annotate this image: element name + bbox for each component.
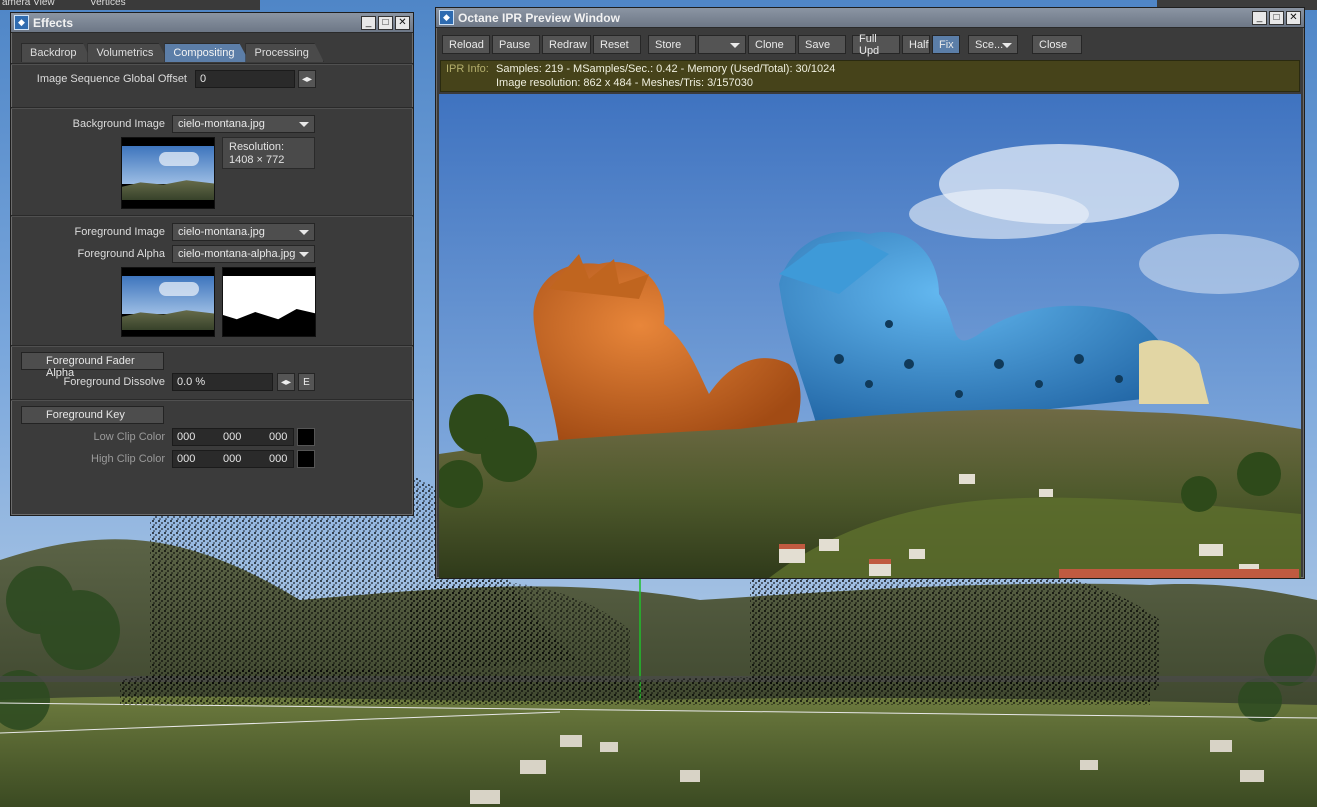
reset-button[interactable]: Reset — [593, 35, 641, 54]
ipr-info-resolution: Image resolution: 862 x 484 - Meshes/Tri… — [496, 77, 754, 89]
fix-button[interactable]: Fix — [932, 35, 960, 54]
effects-title: Effects — [33, 15, 74, 30]
tab-volumetrics[interactable]: Volumetrics — [87, 43, 169, 62]
maximize-icon[interactable]: □ — [378, 15, 393, 30]
effects-window: ◆ Effects _ □ ✕ Backdrop Volumetrics Com… — [10, 12, 414, 516]
half-button[interactable]: Half — [902, 35, 930, 54]
low-clip-color-label: Low Clip Color — [93, 431, 165, 443]
low-clip-red[interactable]: 000 — [177, 431, 195, 443]
background-image-dropdown[interactable]: cielo-montana.jpg — [172, 115, 315, 133]
foreground-alpha-thumbnail — [222, 267, 316, 337]
close-button[interactable]: Close — [1032, 35, 1082, 54]
low-clip-color-swatch[interactable] — [297, 428, 315, 446]
high-clip-color-swatch[interactable] — [297, 450, 315, 468]
high-clip-green[interactable]: 000 — [223, 453, 241, 465]
foreground-dissolve-label: Foreground Dissolve — [63, 376, 166, 388]
global-offset-label: Image Sequence Global Offset — [36, 73, 187, 85]
octane-ipr-window: ◆ Octane IPR Preview Window _ □ ✕ Reload… — [435, 7, 1305, 579]
ipr-info-stats: Samples: 219 - MSamples/Sec.: 0.42 - Mem… — [496, 63, 836, 75]
chevron-down-icon — [730, 43, 740, 48]
dissolve-stepper-icon[interactable]: ◂▸ — [277, 373, 295, 391]
minimize-icon[interactable]: _ — [361, 15, 376, 30]
tab-compositing[interactable]: Compositing — [164, 43, 250, 62]
foreground-image-thumbnail — [121, 267, 215, 337]
background-image-section: Background Image cielo-montana.jpg Resol… — [11, 107, 413, 215]
high-clip-color-label: High Clip Color — [91, 453, 165, 465]
high-clip-red[interactable]: 000 — [177, 453, 195, 465]
minimize-icon[interactable]: _ — [1252, 10, 1267, 25]
resolution-label: Resolution: — [229, 141, 285, 153]
ipr-titlebar[interactable]: ◆ Octane IPR Preview Window _ □ ✕ — [436, 8, 1304, 28]
global-offset-section: Image Sequence Global Offset 0 ◂▸ — [11, 63, 413, 107]
background-image-value: cielo-montana.jpg — [178, 118, 265, 130]
foreground-dissolve-input[interactable]: 0.0 % — [172, 373, 273, 391]
save-button[interactable]: Save — [798, 35, 846, 54]
foreground-fader-alpha-toggle[interactable]: Foreground Fader Alpha — [21, 352, 164, 379]
chevron-down-icon — [1002, 43, 1012, 48]
store-button[interactable]: Store — [648, 35, 696, 54]
high-clip-blue[interactable]: 000 — [269, 453, 287, 465]
envelope-button[interactable]: E — [298, 373, 315, 391]
effects-titlebar[interactable]: ◆ Effects _ □ ✕ — [11, 13, 413, 33]
view-type-dropdown[interactable]: amera View — [2, 0, 55, 8]
fader-section: Foreground Fader Alpha Foreground Dissol… — [11, 345, 413, 399]
scene-dropdown[interactable]: Sce... — [968, 35, 1018, 54]
foreground-key-section: Foreground Key Low Clip Color 000 000 00… — [11, 399, 413, 473]
viewport-toolbar: amera View Vertices — [0, 0, 260, 10]
render-mode-dropdown[interactable]: Vertices — [90, 0, 126, 8]
resolution-value: 1408 × 772 — [229, 154, 285, 166]
ipr-info-label: IPR Info: — [446, 63, 489, 75]
foreground-alpha-value: cielo-montana-alpha.jpg — [178, 248, 296, 260]
close-icon[interactable]: ✕ — [1286, 10, 1301, 25]
offset-stepper-icon[interactable]: ◂▸ — [298, 70, 316, 88]
ipr-title: Octane IPR Preview Window — [458, 10, 620, 25]
resolution-info: Resolution: 1408 × 772 — [222, 137, 315, 169]
effects-tabs: Backdrop Volumetrics Compositing Process… — [11, 33, 413, 63]
clone-button[interactable]: Clone — [748, 35, 796, 54]
close-icon[interactable]: ✕ — [395, 15, 410, 30]
low-clip-blue[interactable]: 000 — [269, 431, 287, 443]
foreground-image-label: Foreground Image — [74, 226, 166, 238]
chevron-down-icon — [299, 252, 309, 257]
high-clip-color-field[interactable]: 000 000 000 — [172, 450, 294, 468]
chevron-down-icon — [299, 230, 309, 235]
reload-button[interactable]: Reload — [442, 35, 490, 54]
tab-processing[interactable]: Processing — [245, 43, 324, 62]
rendered-dragons-image — [439, 94, 1301, 578]
redraw-button[interactable]: Redraw — [542, 35, 591, 54]
foreground-alpha-dropdown[interactable]: cielo-montana-alpha.jpg — [172, 245, 315, 263]
foreground-key-toggle[interactable]: Foreground Key — [21, 406, 164, 424]
background-image-thumbnail — [121, 137, 215, 209]
low-clip-color-field[interactable]: 000 000 000 — [172, 428, 294, 446]
full-update-button[interactable]: Full Upd — [852, 33, 900, 57]
octane-app-icon: ◆ — [439, 10, 454, 25]
pause-button[interactable]: Pause — [492, 35, 540, 54]
low-clip-green[interactable]: 000 — [223, 431, 241, 443]
foreground-image-value: cielo-montana.jpg — [178, 226, 265, 238]
scene-dropdown-label: Sce... — [975, 38, 1004, 51]
background-image-label: Background Image — [72, 118, 165, 130]
global-offset-input[interactable]: 0 — [195, 70, 295, 88]
foreground-alpha-label: Foreground Alpha — [77, 248, 165, 260]
tab-backdrop[interactable]: Backdrop — [21, 43, 92, 62]
foreground-image-dropdown[interactable]: cielo-montana.jpg — [172, 223, 315, 241]
foreground-image-section: Foreground Image cielo-montana.jpg Foreg… — [11, 215, 413, 345]
ipr-render-view[interactable] — [439, 94, 1301, 578]
maximize-icon[interactable]: □ — [1269, 10, 1284, 25]
lightwave-app-icon: ◆ — [14, 15, 29, 30]
ipr-info-bar: IPR Info: Samples: 219 - MSamples/Sec.: … — [440, 60, 1300, 92]
stored-image-dropdown[interactable] — [698, 35, 746, 54]
chevron-down-icon — [299, 122, 309, 127]
